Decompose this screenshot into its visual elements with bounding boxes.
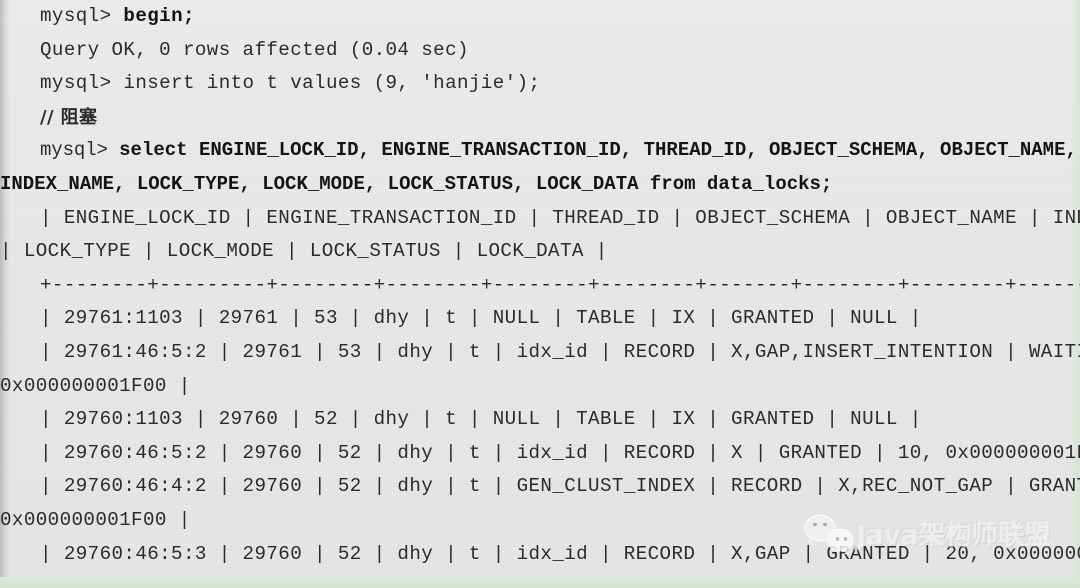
console-line: | 29761:46:5:2 | 29761 | 53 | dhy | t | … xyxy=(0,336,1080,370)
console-text: | 29760:46:5:3 | 29760 | 52 | dhy | t | … xyxy=(40,542,1080,565)
console-line: | 29760:1103 | 29760 | 52 | dhy | t | NU… xyxy=(0,403,1080,437)
mysql-console-output: mysql> begin; Query OK, 0 rows affected (… xyxy=(0,0,1080,588)
console-text: | 29761:1103 | 29761 | 53 | dhy | t | NU… xyxy=(40,307,922,330)
console-text: // 阻塞 xyxy=(40,106,98,128)
console-line: mysql> select ENGINE_LOCK_ID, ENGINE_TRA… xyxy=(0,134,1080,168)
console-text: +--------+---------+--------+--------+--… xyxy=(40,273,1080,296)
console-line: | LOCK_TYPE | LOCK_MODE | LOCK_STATUS | … xyxy=(0,235,1080,269)
console-text: | ENGINE_LOCK_ID | ENGINE_TRANSACTION_ID… xyxy=(40,206,1080,229)
console-line: | 29761:1103 | 29761 | 53 | dhy | t | NU… xyxy=(0,302,1080,336)
console-line: | 29760:46:4:2 | 29760 | 52 | dhy | t | … xyxy=(0,470,1080,504)
console-text: | LOCK_TYPE | LOCK_MODE | LOCK_STATUS | … xyxy=(0,240,608,263)
screenshot-root: mysql> begin; Query OK, 0 rows affected (… xyxy=(0,0,1080,588)
console-line: mysql> insert into t values (9, 'hanjie'… xyxy=(0,67,1080,101)
console-line: 0x000000001F00 | xyxy=(0,370,1080,404)
console-line: | ENGINE_LOCK_ID | ENGINE_TRANSACTION_ID… xyxy=(0,202,1080,236)
console-text-bold: select ENGINE_LOCK_ID, ENGINE_TRANSACTIO… xyxy=(119,139,1077,162)
console-text-bold: INDEX_NAME, LOCK_TYPE, LOCK_MODE, LOCK_S… xyxy=(0,172,833,195)
console-text: | 29761:46:5:2 | 29761 | 53 | dhy | t | … xyxy=(40,340,1080,363)
console-line: | 29760:46:5:3 | 29760 | 52 | dhy | t | … xyxy=(0,538,1080,572)
console-line: INDEX_NAME, LOCK_TYPE, LOCK_MODE, LOCK_S… xyxy=(0,168,1080,202)
console-line: Query OK, 0 rows affected (0.04 sec) xyxy=(0,34,1080,68)
console-text: | 29760:1103 | 29760 | 52 | dhy | t | NU… xyxy=(40,408,922,431)
console-line: +--------+---------+--------+--------+--… xyxy=(0,269,1080,303)
bottom-green-band xyxy=(0,577,1080,588)
console-line: 0x000000001F00 | xyxy=(0,504,1080,538)
console-line: | 29760:46:5:2 | 29760 | 52 | dhy | t | … xyxy=(0,437,1080,471)
console-text: Query OK, 0 rows affected (0.04 sec) xyxy=(40,38,469,61)
console-line: // 阻塞 xyxy=(0,101,1080,135)
console-text: | 29760:46:5:2 | 29760 | 52 | dhy | t | … xyxy=(40,441,1080,464)
console-text: 0x000000001F00 | xyxy=(0,374,191,397)
console-text: mysql> xyxy=(40,5,124,27)
console-line: mysql> begin; xyxy=(0,0,1080,34)
console-text: | 29760:46:4:2 | 29760 | 52 | dhy | t | … xyxy=(40,475,1080,498)
console-text: 0x000000001F00 | xyxy=(0,508,191,531)
console-text: mysql> xyxy=(40,139,120,162)
console-text-bold: begin; xyxy=(123,5,195,27)
console-text: mysql> insert into t values (9, 'hanjie'… xyxy=(40,72,541,95)
